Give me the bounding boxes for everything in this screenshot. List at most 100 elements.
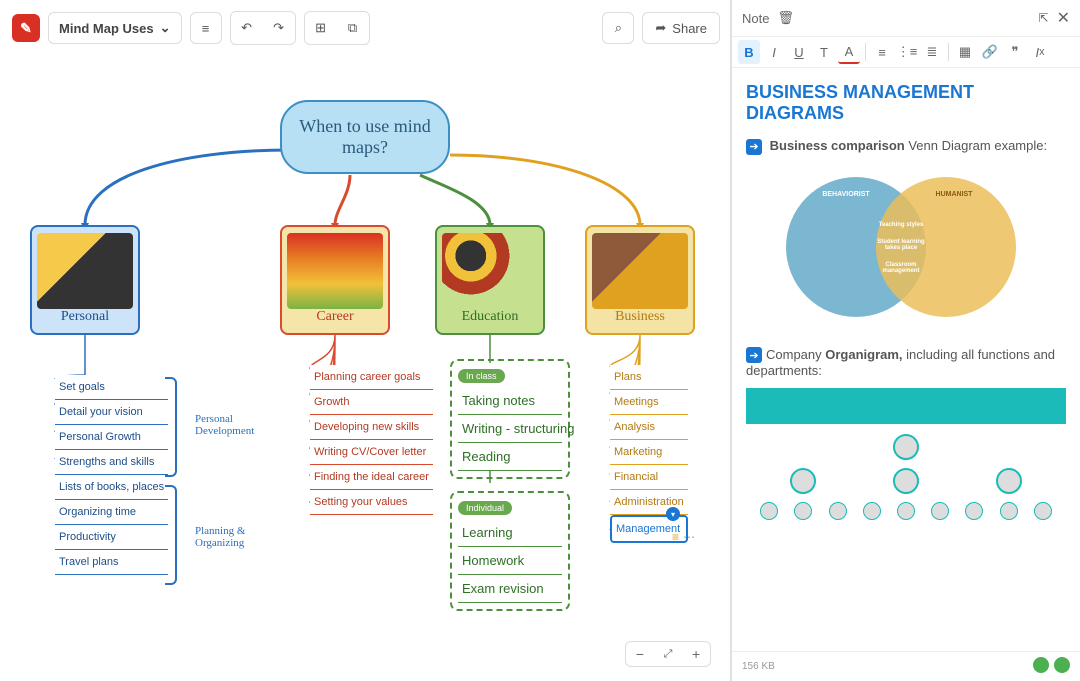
note-text: Venn Diagram example: (905, 138, 1047, 153)
close-icon[interactable]: ✕ (1057, 8, 1070, 28)
mindmap-item[interactable]: Exam revision (458, 575, 562, 603)
mindmap-item[interactable]: Planning career goals (310, 365, 433, 390)
add-child-button[interactable]: ⊞ (307, 14, 335, 42)
mindmap-item[interactable]: Organizing time (55, 500, 168, 525)
underline-button[interactable]: U (788, 40, 810, 64)
mindmap-item[interactable]: Writing - structuring (458, 415, 562, 443)
avatar (760, 502, 778, 520)
undo-icon: ↶ (241, 20, 252, 36)
note-size: 156 KB (742, 661, 775, 672)
education-group-individual[interactable]: Individual Learning Homework Exam revisi… (450, 491, 570, 611)
note-paragraph: ➔ Business comparison Venn Diagram examp… (746, 138, 1066, 155)
list-icon[interactable]: ≡ (672, 530, 679, 544)
grammarly-icon (1054, 657, 1070, 673)
central-node-text: When to use mind maps? (288, 116, 442, 158)
more-icon[interactable]: ⋯ (683, 530, 695, 544)
history-group: ↶ ↷ (230, 11, 296, 45)
branch-personal[interactable]: Personal (30, 225, 140, 335)
topbar: ✎ Mind Map Uses ⌄ ≡ ↶ ↷ ⊞ ⧉ ⌕ ➦ Share (12, 10, 720, 46)
clear-format-button[interactable]: Ix (1029, 40, 1051, 64)
avatar (996, 468, 1022, 494)
mindmap-item[interactable]: Personal Growth (55, 425, 168, 450)
mindmap-item[interactable]: Growth (310, 390, 433, 415)
mindmap-item[interactable]: Taking notes (458, 387, 562, 415)
mindmap-item[interactable]: Learning (458, 519, 562, 547)
menu-button[interactable]: ≡ (190, 12, 222, 44)
add-sibling-icon: ⧉ (348, 20, 357, 36)
align-button[interactable]: ≣ (921, 40, 943, 64)
note-text: Company (766, 347, 825, 362)
mindmap-item[interactable]: Marketing (610, 440, 688, 465)
avatar (931, 502, 949, 520)
personal-items: Set goals Detail your vision Personal Gr… (55, 375, 168, 575)
chevron-down-icon: ⌄ (160, 20, 171, 36)
branch-career[interactable]: Career (280, 225, 390, 335)
popout-icon[interactable]: ⇱ (1039, 11, 1049, 25)
app-logo: ✎ (12, 14, 40, 42)
redo-icon: ↷ (273, 20, 284, 36)
document-title-dropdown[interactable]: Mind Map Uses ⌄ (48, 12, 182, 44)
search-button[interactable]: ⌕ (602, 12, 634, 44)
mindmap-item[interactable]: Setting your values (310, 490, 433, 515)
fit-screen-button[interactable]: ⤢ (664, 648, 673, 661)
mindmap-item[interactable]: Reading (458, 443, 562, 471)
italic-button[interactable]: I (763, 40, 785, 64)
education-group-inclass[interactable]: In class Taking notes Writing - structur… (450, 359, 570, 479)
selection-handle[interactable]: ▾ (666, 507, 680, 521)
trash-icon[interactable]: 🗑 (777, 10, 794, 26)
note-paragraph: ➔Company Organigram, including all funct… (746, 347, 1066, 379)
note-bold-text: Organigram, (825, 347, 902, 362)
branch-label: Personal (61, 309, 109, 325)
avatar (897, 502, 915, 520)
avatar (893, 434, 919, 460)
branch-business[interactable]: Business (585, 225, 695, 335)
text-color-button[interactable]: A (838, 40, 860, 64)
business-illustration (592, 233, 687, 309)
note-panel: Note 🗑 ⇱ ✕ B I U T A ≡ ⋮≡ ≣ ▦ 🔗 ❞ Ix BUS… (730, 0, 1080, 681)
mindmap-item[interactable]: Developing new skills (310, 415, 433, 440)
share-button[interactable]: ➦ Share (642, 12, 720, 44)
central-node[interactable]: When to use mind maps? (280, 100, 450, 174)
avatar (794, 502, 812, 520)
mindmap-canvas[interactable]: When to use mind maps? Personal Career E… (0, 55, 720, 681)
brace-icon (165, 377, 177, 477)
quote-button[interactable]: ❞ (1004, 40, 1026, 64)
venn-right-label: HUMANIST (924, 191, 984, 198)
zoom-in-button[interactable]: + (692, 646, 700, 662)
bold-button[interactable]: B (738, 40, 760, 64)
mindmap-item[interactable]: Homework (458, 547, 562, 575)
numbered-list-button[interactable]: ≡ (871, 40, 893, 64)
mindmap-item[interactable]: Set goals (55, 375, 168, 400)
mindmap-item[interactable]: Detail your vision (55, 400, 168, 425)
image-button[interactable]: ▦ (954, 40, 976, 64)
mindmap-item[interactable]: Meetings (610, 390, 688, 415)
redo-button[interactable]: ↷ (265, 14, 293, 42)
undo-button[interactable]: ↶ (233, 14, 261, 42)
note-panel-title: Note (742, 11, 769, 26)
mindmap-item[interactable]: Lists of books, places (55, 475, 168, 500)
note-bold-text: Business comparison (770, 138, 905, 153)
mindmap-item[interactable]: Finding the ideal career (310, 465, 433, 490)
branch-education[interactable]: Education (435, 225, 545, 335)
organigram (746, 388, 1066, 538)
note-content[interactable]: BUSINESS MANAGEMENT DIAGRAMS ➔ Business … (732, 68, 1080, 651)
bullet-list-button[interactable]: ⋮≡ (896, 40, 918, 64)
search-icon: ⌕ (615, 20, 622, 36)
career-illustration (287, 233, 382, 309)
text-style-button[interactable]: T (813, 40, 835, 64)
mindmap-item[interactable]: Travel plans (55, 550, 168, 575)
note-toolbar: B I U T A ≡ ⋮≡ ≣ ▦ 🔗 ❞ Ix (732, 36, 1080, 68)
add-sibling-button[interactable]: ⧉ (339, 14, 367, 42)
link-button[interactable]: 🔗 (979, 40, 1001, 64)
mindmap-item[interactable]: Strengths and skills (55, 450, 168, 475)
branch-label: Career (316, 309, 353, 325)
mindmap-item[interactable]: Plans (610, 365, 688, 390)
education-illustration (442, 233, 537, 309)
mindmap-item[interactable]: Writing CV/Cover letter (310, 440, 433, 465)
mindmap-item[interactable]: Productivity (55, 525, 168, 550)
zoom-out-button[interactable]: − (636, 646, 644, 662)
mindmap-item[interactable]: Analysis (610, 415, 688, 440)
mindmap-item[interactable]: Financial (610, 465, 688, 490)
avatar (829, 502, 847, 520)
document-title: Mind Map Uses (59, 21, 154, 36)
